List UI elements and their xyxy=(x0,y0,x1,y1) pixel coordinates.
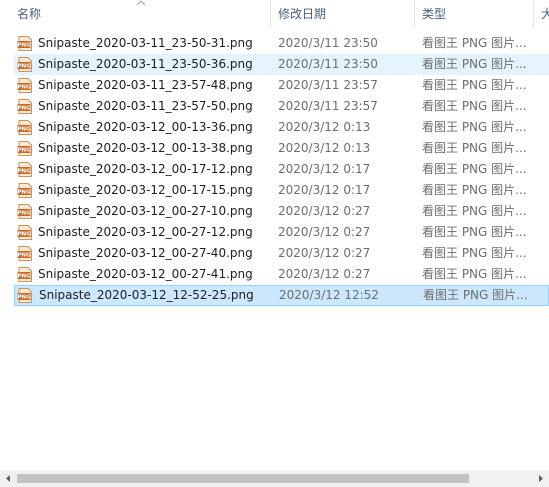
file-type: 看图王 PNG 图片... xyxy=(422,204,527,218)
column-divider[interactable] xyxy=(414,0,415,28)
svg-text:PNG: PNG xyxy=(17,106,31,112)
file-name[interactable]: Snipaste_2020-03-12_00-17-12.png xyxy=(38,159,278,180)
png-file-icon: PNG xyxy=(17,204,32,219)
file-modified-date: 2020/3/12 0:27 xyxy=(278,225,371,239)
column-header-type[interactable]: 类型 xyxy=(422,0,527,28)
svg-text:PNG: PNG xyxy=(17,295,31,301)
png-file-icon: PNG xyxy=(17,246,32,261)
file-type: 看图王 PNG 图片... xyxy=(422,246,527,260)
file-modified-date: 2020/3/12 12:52 xyxy=(279,288,379,302)
file-modified-date: 2020/3/12 0:27 xyxy=(278,246,371,260)
svg-text:PNG: PNG xyxy=(17,253,31,259)
png-file-icon: PNG xyxy=(17,162,32,177)
horizontal-scrollbar[interactable] xyxy=(0,470,549,487)
png-file-icon: PNG xyxy=(17,57,32,72)
svg-text:PNG: PNG xyxy=(17,148,31,154)
file-explorer-details-view: 名称 修改日期 类型 大 PNG Snipaste_2020-03-11_23-5… xyxy=(0,0,549,487)
column-divider[interactable] xyxy=(533,0,534,28)
png-file-icon: PNG xyxy=(17,267,32,282)
png-file-icon: PNG xyxy=(17,288,32,303)
file-row[interactable]: PNG Snipaste_2020-03-12_00-17-15.png 2020/… xyxy=(14,180,549,201)
png-file-icon: PNG xyxy=(17,120,32,135)
file-type: 看图王 PNG 图片... xyxy=(422,99,527,113)
file-type: 看图王 PNG 图片... xyxy=(422,162,527,176)
column-header-name[interactable]: 名称 xyxy=(17,0,257,28)
png-file-icon: PNG xyxy=(17,99,32,114)
file-type: 看图王 PNG 图片... xyxy=(422,141,527,155)
png-file-icon: PNG xyxy=(17,225,32,240)
column-header-size[interactable]: 大 xyxy=(541,0,549,28)
scrollbar-thumb[interactable] xyxy=(17,474,469,483)
file-name[interactable]: Snipaste_2020-03-12_00-27-12.png xyxy=(38,222,278,243)
png-file-icon: PNG xyxy=(17,78,32,93)
file-row[interactable]: PNG Snipaste_2020-03-11_23-57-50.png 2020/… xyxy=(14,96,549,117)
file-row[interactable]: PNG Snipaste_2020-03-12_00-27-10.png 2020/… xyxy=(14,201,549,222)
chevron-right-icon[interactable] xyxy=(532,470,549,487)
svg-text:PNG: PNG xyxy=(17,190,31,196)
column-divider[interactable] xyxy=(270,0,271,28)
file-row[interactable]: PNG Snipaste_2020-03-12_12-52-25.png 2020/… xyxy=(14,285,549,306)
file-type: 看图王 PNG 图片... xyxy=(422,267,527,281)
file-row[interactable]: PNG Snipaste_2020-03-11_23-57-48.png 2020/… xyxy=(14,75,549,96)
file-name[interactable]: Snipaste_2020-03-12_00-13-38.png xyxy=(38,138,278,159)
file-name[interactable]: Snipaste_2020-03-12_12-52-25.png xyxy=(39,285,279,306)
file-name[interactable]: Snipaste_2020-03-11_23-50-31.png xyxy=(38,33,278,54)
file-modified-date: 2020/3/12 0:27 xyxy=(278,204,371,218)
file-name[interactable]: Snipaste_2020-03-12_00-27-41.png xyxy=(38,264,278,285)
file-row[interactable]: PNG Snipaste_2020-03-11_23-50-36.png 2020/… xyxy=(14,54,549,75)
file-modified-date: 2020/3/12 0:17 xyxy=(278,162,371,176)
png-file-icon: PNG xyxy=(17,183,32,198)
file-name[interactable]: Snipaste_2020-03-11_23-50-36.png xyxy=(38,54,278,75)
svg-text:PNG: PNG xyxy=(17,274,31,280)
png-file-icon: PNG xyxy=(17,36,32,51)
chevron-left-icon[interactable] xyxy=(0,470,17,487)
file-modified-date: 2020/3/11 23:57 xyxy=(278,99,378,113)
column-header-row: 名称 修改日期 类型 大 xyxy=(0,0,549,28)
file-name[interactable]: Snipaste_2020-03-12_00-27-40.png xyxy=(38,243,278,264)
png-file-icon: PNG xyxy=(17,141,32,156)
file-type: 看图王 PNG 图片... xyxy=(422,57,527,71)
file-row[interactable]: PNG Snipaste_2020-03-12_00-13-38.png 2020/… xyxy=(14,138,549,159)
file-modified-date: 2020/3/11 23:50 xyxy=(278,36,378,50)
file-row[interactable]: PNG Snipaste_2020-03-11_23-50-31.png 2020/… xyxy=(14,33,549,54)
file-modified-date: 2020/3/11 23:57 xyxy=(278,78,378,92)
file-type: 看图王 PNG 图片... xyxy=(422,225,527,239)
file-modified-date: 2020/3/12 0:17 xyxy=(278,183,371,197)
file-type: 看图王 PNG 图片... xyxy=(422,36,527,50)
file-name[interactable]: Snipaste_2020-03-12_00-13-36.png xyxy=(38,117,278,138)
file-name[interactable]: Snipaste_2020-03-11_23-57-48.png xyxy=(38,75,278,96)
file-row[interactable]: PNG Snipaste_2020-03-12_00-13-36.png 2020/… xyxy=(14,117,549,138)
file-name[interactable]: Snipaste_2020-03-12_00-27-10.png xyxy=(38,201,278,222)
svg-text:PNG: PNG xyxy=(17,169,31,175)
file-row[interactable]: PNG Snipaste_2020-03-12_00-27-12.png 2020/… xyxy=(14,222,549,243)
svg-text:PNG: PNG xyxy=(17,127,31,133)
file-name[interactable]: Snipaste_2020-03-11_23-57-50.png xyxy=(38,96,278,117)
svg-text:PNG: PNG xyxy=(17,43,31,49)
svg-text:PNG: PNG xyxy=(17,85,31,91)
file-modified-date: 2020/3/12 0:13 xyxy=(278,141,371,155)
file-row[interactable]: PNG Snipaste_2020-03-12_00-27-40.png 2020/… xyxy=(14,243,549,264)
file-type: 看图王 PNG 图片... xyxy=(422,78,527,92)
file-name[interactable]: Snipaste_2020-03-12_00-17-15.png xyxy=(38,180,278,201)
svg-text:PNG: PNG xyxy=(17,211,31,217)
column-header-date[interactable]: 修改日期 xyxy=(278,0,408,28)
svg-text:PNG: PNG xyxy=(17,64,31,70)
file-row[interactable]: PNG Snipaste_2020-03-12_00-17-12.png 2020/… xyxy=(14,159,549,180)
file-modified-date: 2020/3/12 0:13 xyxy=(278,120,371,134)
file-modified-date: 2020/3/12 0:27 xyxy=(278,267,371,281)
file-row[interactable]: PNG Snipaste_2020-03-12_00-27-41.png 2020/… xyxy=(14,264,549,285)
file-type: 看图王 PNG 图片... xyxy=(422,120,527,134)
svg-text:PNG: PNG xyxy=(17,232,31,238)
file-type: 看图王 PNG 图片... xyxy=(422,183,527,197)
file-type: 看图王 PNG 图片... xyxy=(423,288,528,302)
file-modified-date: 2020/3/11 23:50 xyxy=(278,57,378,71)
